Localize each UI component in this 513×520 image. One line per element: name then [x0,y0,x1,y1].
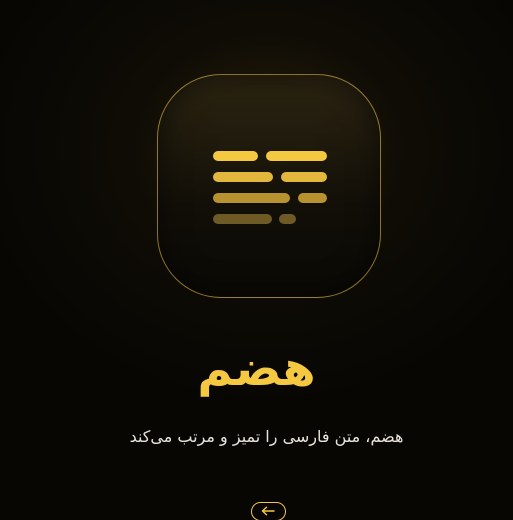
arrow-left-icon [261,506,275,516]
text-line-3b [298,193,327,203]
text-lines-icon [213,151,327,224]
text-line-4a [213,214,272,224]
text-line-1b [266,151,327,161]
app-tagline: هضم، متن فارسی را تمیز و مرتب می‌کند [129,427,404,446]
next-button[interactable] [251,502,286,520]
text-line-2b [281,172,327,182]
app-icon [157,74,381,298]
text-line-1a [213,151,258,161]
app-title: هضم [197,341,316,397]
text-line-3a [213,193,290,203]
text-line-4b [279,214,296,224]
text-line-2a [213,172,273,182]
